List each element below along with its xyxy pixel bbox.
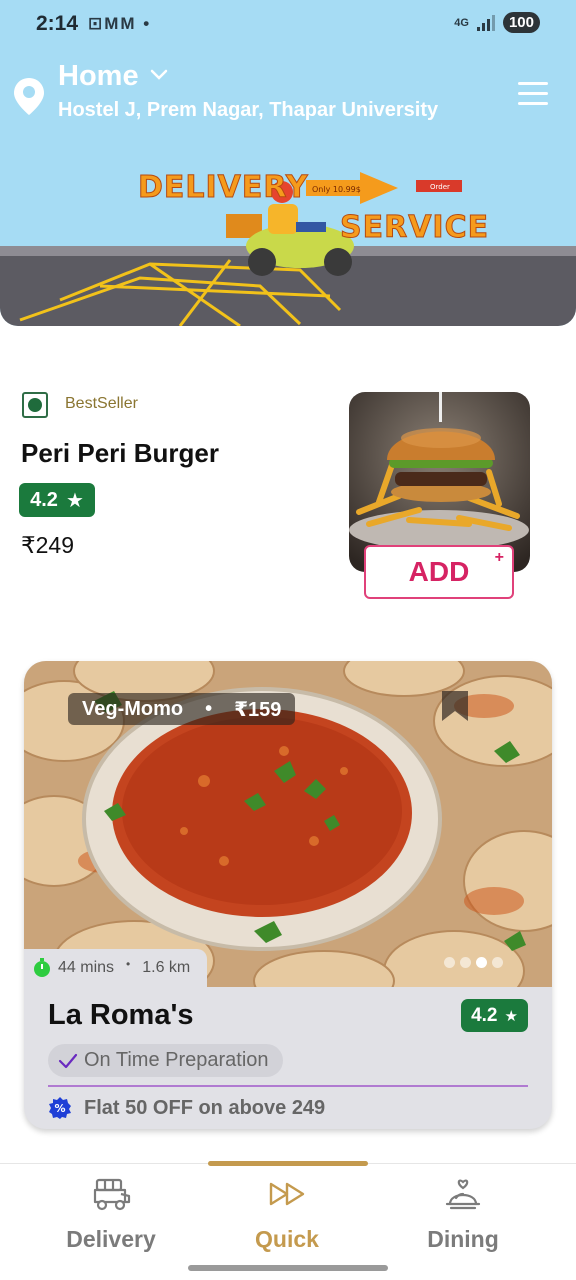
nav-label-delivery: Delivery xyxy=(66,1226,156,1252)
nav-label-dining: Dining xyxy=(427,1226,499,1252)
checkmark-icon xyxy=(58,1053,78,1068)
product-rating-value: 4.2 xyxy=(30,488,58,511)
svg-text:%: % xyxy=(54,1102,65,1115)
bottom-navigation: Delivery Quick Dining xyxy=(0,1161,576,1280)
nav-label-quick: Quick xyxy=(255,1226,319,1252)
nav-tab-dining[interactable]: Dining xyxy=(375,1164,551,1264)
nav-tab-quick[interactable]: Quick xyxy=(199,1164,375,1264)
carousel-dot[interactable] xyxy=(444,957,455,968)
offer-row[interactable]: % Flat 50 OFF on above 249 xyxy=(48,1093,325,1123)
network-type: 4G xyxy=(454,16,469,29)
nav-tab-delivery[interactable]: Delivery xyxy=(23,1164,199,1264)
notification-icons: ⊡MM • xyxy=(88,14,152,33)
banner-word-delivery: DELIVERY xyxy=(138,170,309,206)
delivery-cart-icon xyxy=(93,1178,131,1211)
offer-text: Flat 50 OFF on above 249 xyxy=(84,1096,326,1119)
location-address[interactable]: Hostel J, Prem Nagar, Thapar University xyxy=(58,99,438,122)
carousel-dot-active[interactable] xyxy=(476,957,487,968)
svg-text:Order: Order xyxy=(430,183,450,191)
svg-text:Only 10.99$: Only 10.99$ xyxy=(312,185,361,194)
banner-word-service: SERVICE xyxy=(339,210,490,246)
plus-icon: + xyxy=(494,549,504,566)
restaurant-card[interactable]: Veg-Momo • ₹159 44 mins • 1.6 km La Roma… xyxy=(24,661,552,1129)
carousel-dots[interactable] xyxy=(444,957,503,968)
info-separator: • xyxy=(126,957,131,971)
fast-forward-icon xyxy=(269,1182,305,1206)
product-rating-badge: 4.2 ★ xyxy=(19,483,95,517)
veg-indicator-icon xyxy=(22,392,48,418)
on-time-label: On Time Preparation xyxy=(84,1049,269,1071)
restaurant-rating-value: 4.2 xyxy=(471,1004,498,1026)
header: 2:14 ⊡MM • 4G 100 Home Hostel J, Prem Na… xyxy=(0,0,576,326)
timer-icon xyxy=(34,958,50,977)
location-pin-icon[interactable] xyxy=(12,76,46,116)
distance: 1.6 km xyxy=(142,959,191,976)
product-price: ₹249 xyxy=(21,532,75,558)
cloche-icon xyxy=(445,1179,481,1210)
offer-divider xyxy=(48,1085,528,1087)
carousel-dot[interactable] xyxy=(460,957,471,968)
chevron-down-icon[interactable] xyxy=(150,68,168,82)
bestseller-tag: BestSeller xyxy=(65,395,138,412)
dish-tag: Veg-Momo • ₹159 xyxy=(68,693,296,725)
hamburger-menu-icon[interactable] xyxy=(518,80,548,108)
location-title[interactable]: Home xyxy=(58,60,139,93)
on-time-tag: On Time Preparation xyxy=(48,1044,283,1077)
dish-separator: • xyxy=(205,697,213,720)
discount-icon: % xyxy=(49,1097,71,1119)
home-gesture-bar[interactable] xyxy=(188,1265,388,1271)
status-time: 2:14 xyxy=(36,12,79,35)
star-icon: ★ xyxy=(65,489,84,512)
dish-price: ₹159 xyxy=(234,698,282,721)
add-button-label: ADD xyxy=(408,556,470,587)
momo-image[interactable]: Veg-Momo • ₹159 44 mins • 1.6 km xyxy=(24,661,552,1012)
product-name[interactable]: Peri Peri Burger xyxy=(21,438,219,469)
status-bar: 2:14 ⊡MM • 4G 100 xyxy=(0,0,576,50)
restaurant-name[interactable]: La Roma's xyxy=(48,999,194,1032)
delivery-time: 44 mins xyxy=(58,959,115,976)
battery-icon: 100 xyxy=(502,12,540,33)
bookmark-icon[interactable] xyxy=(440,689,470,723)
signal-icon xyxy=(476,14,495,31)
delivery-info: 44 mins • 1.6 km xyxy=(24,949,207,987)
add-to-cart-button[interactable]: ADD + xyxy=(364,545,514,599)
restaurant-rating-badge: 4.2 ★ xyxy=(461,999,528,1032)
status-right: 4G 100 xyxy=(454,12,540,33)
carousel-dot[interactable] xyxy=(492,957,503,968)
dish-name: Veg-Momo xyxy=(82,697,184,720)
star-icon: ★ xyxy=(504,1007,518,1025)
delivery-banner[interactable]: Only 10.99$ Order DELIVERY SERVICE xyxy=(0,160,576,326)
